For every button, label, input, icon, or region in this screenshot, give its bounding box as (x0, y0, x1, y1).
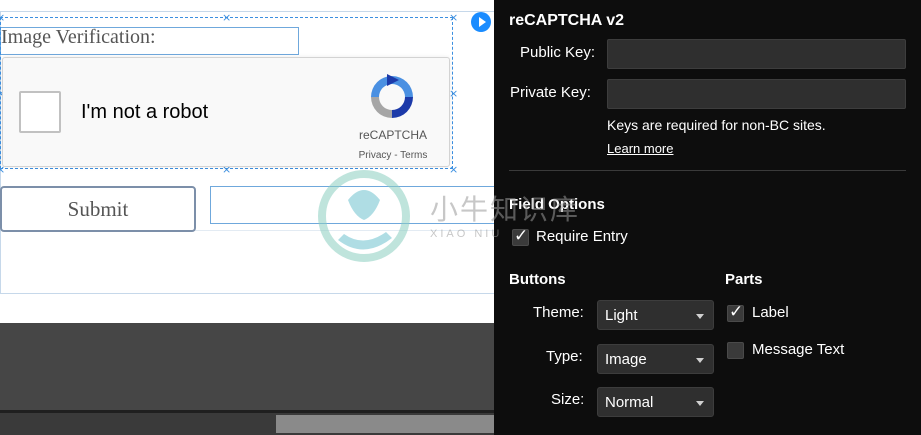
field-placeholder-box[interactable] (210, 186, 494, 224)
resize-handle[interactable]: × (449, 88, 458, 99)
theme-label: Theme: (533, 304, 584, 321)
buttons-heading: Buttons (509, 271, 566, 288)
resize-handle[interactable]: × (222, 12, 231, 23)
private-key-label: Private Key: (510, 84, 591, 101)
play-icon[interactable] (471, 12, 491, 32)
recaptcha-checkbox-label: I'm not a robot (81, 101, 209, 123)
label-part-checkbox[interactable]: ✓ (727, 302, 744, 322)
public-key-label: Public Key: (520, 44, 596, 61)
recaptcha-logo-icon (371, 74, 413, 118)
keys-note: Keys are required for non-BC sites. (607, 117, 826, 133)
type-select[interactable]: Image (597, 344, 714, 374)
guide-line (0, 293, 494, 294)
resize-handle[interactable]: × (449, 164, 458, 175)
recaptcha-widget: I'm not a robot reCAPTCHA Privacy - Term… (2, 57, 450, 167)
type-value: Image (605, 351, 647, 368)
recaptcha-checkbox[interactable] (19, 91, 61, 133)
theme-value: Light (605, 307, 638, 324)
label-part-label: Label (752, 304, 789, 321)
message-text-checkbox[interactable] (727, 342, 744, 359)
panel-divider (509, 170, 906, 171)
submit-button[interactable]: Submit (0, 186, 196, 232)
form-canvas: Image Verification: × × × × × × × × I'm … (0, 0, 494, 323)
require-entry-checkbox[interactable]: ✓ (512, 226, 529, 246)
public-key-input[interactable] (607, 39, 906, 69)
recaptcha-brand: reCAPTCHA (358, 128, 427, 142)
resize-handle[interactable]: × (449, 12, 458, 23)
properties-panel: reCAPTCHA v2 Public Key: Private Key: Ke… (494, 0, 921, 435)
chevron-down-icon (696, 314, 704, 319)
private-key-input[interactable] (607, 79, 906, 109)
message-text-label: Message Text (752, 341, 845, 358)
resize-handle[interactable]: × (0, 12, 5, 23)
panel-title: reCAPTCHA v2 (509, 12, 624, 29)
chevron-down-icon (696, 358, 704, 363)
theme-select[interactable]: Light (597, 300, 714, 330)
size-value: Normal (605, 394, 654, 411)
canvas-footer (0, 323, 494, 435)
require-entry-label: Require Entry (536, 228, 628, 245)
recaptcha-links[interactable]: Privacy - Terms (338, 150, 448, 161)
chevron-down-icon (696, 401, 704, 406)
size-label: Size: (551, 391, 585, 408)
scrollbar-thumb[interactable] (276, 415, 494, 433)
learn-more-link[interactable]: Learn more (607, 141, 673, 156)
parts-heading: Parts (725, 271, 763, 288)
field-options-heading: Field Options (509, 196, 605, 213)
checkmark-icon: ✓ (729, 302, 744, 322)
guide-line (0, 11, 494, 12)
type-label: Type: (546, 348, 583, 365)
checkmark-icon: ✓ (514, 226, 529, 246)
size-select[interactable]: Normal (597, 387, 714, 417)
